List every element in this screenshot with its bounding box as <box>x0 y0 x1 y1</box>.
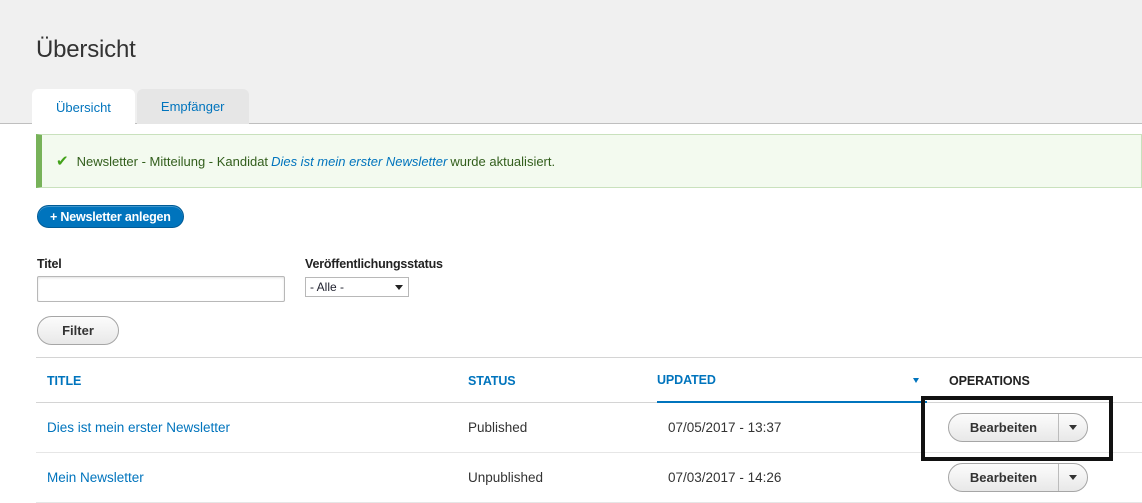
filter-button[interactable]: Filter <box>37 316 119 345</box>
tab-label: Empfänger <box>160 99 225 114</box>
chevron-down-icon <box>1069 425 1077 430</box>
operations-toggle[interactable] <box>1059 464 1087 491</box>
status-filter-select[interactable]: - Alle - <box>305 277 409 297</box>
newsletter-table: Title Status Updated Operations Dies ist… <box>36 357 1142 503</box>
column-header-status[interactable]: Status <box>468 358 516 403</box>
checkmark-icon: ✔ <box>56 153 69 170</box>
page-header: Übersicht Übersicht Empfänger <box>0 0 1142 125</box>
status-filter-label: Veröffentlichungsstatus <box>305 257 443 271</box>
edit-button[interactable]: Bearbeiten <box>949 464 1059 491</box>
chevron-down-icon <box>1069 475 1077 480</box>
status-filter-value: - Alle - <box>310 280 345 294</box>
message-text-before: Newsletter - Mitteilung - Kandidat <box>76 153 269 169</box>
tab-empfaenger[interactable]: Empfänger <box>136 89 249 124</box>
sort-descending-icon <box>913 378 919 383</box>
edit-button[interactable]: Bearbeiten <box>949 414 1059 441</box>
column-header-title[interactable]: Title <box>47 358 81 403</box>
column-header-operations: Operations <box>949 373 1030 388</box>
add-newsletter-button[interactable]: + Newsletter anlegen <box>37 205 184 228</box>
chevron-down-icon <box>395 285 403 290</box>
row-status: Published <box>468 420 528 435</box>
message-text-after: wurde aktualisiert. <box>450 153 556 169</box>
tabs: Übersicht Empfänger <box>32 89 251 125</box>
status-message: ✔ Newsletter - Mitteilung - Kandidat Die… <box>36 134 1142 188</box>
message-link[interactable]: Dies ist mein erster Newsletter <box>271 154 447 169</box>
operations-dropbutton: Bearbeiten <box>948 413 1088 442</box>
row-title-link[interactable]: Dies ist mein erster Newsletter <box>47 403 230 452</box>
title-filter-label: Titel <box>37 257 62 271</box>
table-row: Mein Newsletter Unpublished 07/03/2017 -… <box>36 453 1142 503</box>
tab-label: Übersicht <box>56 99 111 115</box>
operations-dropbutton: Bearbeiten <box>948 463 1088 492</box>
row-updated: 07/05/2017 - 13:37 <box>668 420 782 435</box>
page-title: Übersicht <box>36 36 136 63</box>
title-filter-input[interactable] <box>37 276 285 302</box>
column-header-updated-label: Updated <box>657 372 716 387</box>
tab-uebersicht[interactable]: Übersicht <box>32 89 135 125</box>
table-row: Dies ist mein erster Newsletter Publishe… <box>36 403 1142 453</box>
operations-toggle[interactable] <box>1059 414 1087 441</box>
column-header-updated[interactable]: Updated <box>657 358 927 403</box>
table-header: Title Status Updated Operations <box>36 357 1142 403</box>
